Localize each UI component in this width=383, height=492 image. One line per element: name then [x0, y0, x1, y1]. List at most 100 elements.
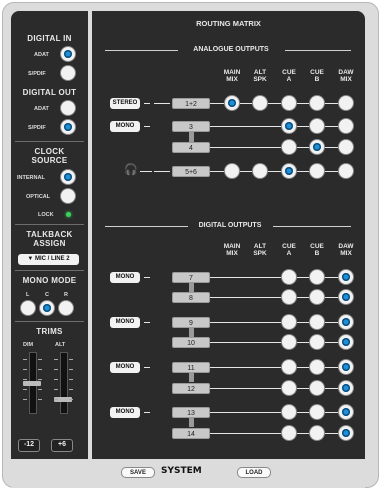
- dim-trim-fader-knob[interactable]: [23, 381, 41, 386]
- analogue-row-1-route-radio-2[interactable]: [282, 96, 296, 110]
- channel-link-bar: [189, 132, 194, 142]
- left-sidebar: DIGITAL IN ADAT S/PDIF DIGITAL OUT ADAT …: [11, 11, 88, 459]
- alt-trim-value-button[interactable]: +6: [51, 439, 73, 452]
- routing-matrix-panel: ROUTING MATRIX ANALOGUE OUTPUTS MAIN MIX A…: [92, 11, 365, 459]
- digital-in-adat-radio[interactable]: [61, 47, 75, 61]
- analogue-row-1-channel-button[interactable]: 1+2: [172, 98, 210, 109]
- column-header-cue-b: CUE B: [304, 243, 330, 257]
- digital-row-2-route-radio-4[interactable]: [339, 290, 353, 304]
- section-rule: [273, 226, 351, 228]
- analogue-row-3-route-radio-3[interactable]: [310, 140, 324, 154]
- digital-in-spdif-radio[interactable]: [61, 66, 75, 80]
- analogue-row-1-route-radio-1[interactable]: [253, 96, 267, 110]
- section-rule: [285, 50, 351, 52]
- clock-optical-radio[interactable]: [61, 189, 75, 203]
- column-header-line: ALT: [253, 243, 267, 250]
- dim-trim-value-button[interactable]: -12: [18, 439, 40, 452]
- analogue-row-2-route-radio-4[interactable]: [339, 119, 353, 133]
- column-header-line: MAIN: [223, 243, 241, 250]
- digital-row-4-route-radio-3[interactable]: [310, 335, 324, 349]
- channel-link-bar: [189, 373, 194, 382]
- analogue-row-2-mode-button[interactable]: MONO: [110, 121, 140, 132]
- analogue-row-2-route-radio-3[interactable]: [310, 119, 324, 133]
- analogue-row-4-channel-button[interactable]: 5+6: [172, 166, 210, 177]
- column-header-line: MAIN: [223, 69, 241, 76]
- digital-row-3-channel-button[interactable]: 9: [172, 317, 210, 328]
- digital-row-1-route-radio-2[interactable]: [282, 270, 296, 284]
- digital-row-1-route-radio-4[interactable]: [339, 270, 353, 284]
- analogue-row-3-route-radio-4[interactable]: [339, 140, 353, 154]
- digital-row-8-route-radio-4[interactable]: [339, 426, 353, 440]
- digital-row-7-channel-button[interactable]: 13: [172, 407, 210, 418]
- digital-row-8-route-radio-3[interactable]: [310, 426, 324, 440]
- digital-out-spdif-radio[interactable]: [61, 120, 75, 134]
- mono-mode-r-radio[interactable]: [59, 301, 73, 315]
- mono-mode-l-radio[interactable]: [21, 301, 35, 315]
- digital-row-5-route-radio-3[interactable]: [310, 360, 324, 374]
- digital-row-4-route-radio-2[interactable]: [282, 335, 296, 349]
- digital-row-6-channel-button[interactable]: 12: [172, 383, 210, 394]
- alt-trim-fader-track[interactable]: [60, 352, 68, 414]
- route-line: [210, 412, 346, 414]
- digital-row-4-channel-button[interactable]: 10: [172, 337, 210, 348]
- digital-row-6-route-radio-2[interactable]: [282, 381, 296, 395]
- clock-internal-radio[interactable]: [61, 170, 75, 184]
- analogue-row-1-mode-button[interactable]: STEREO: [110, 98, 140, 109]
- digital-row-1-mode-button[interactable]: MONO: [110, 272, 140, 283]
- digital-row-1-route-radio-3[interactable]: [310, 270, 324, 284]
- mono-mode-c-radio[interactable]: [40, 301, 54, 315]
- mono-mode-r-label: R: [64, 292, 68, 298]
- analogue-row-1-route-radio-0[interactable]: [225, 96, 239, 110]
- save-button[interactable]: SAVE: [121, 467, 155, 478]
- analogue-row-4-route-radio-1[interactable]: [253, 164, 267, 178]
- analogue-row-1-route-radio-3[interactable]: [310, 96, 324, 110]
- digital-row-4-route-radio-4[interactable]: [339, 335, 353, 349]
- column-header-line: B: [314, 250, 320, 257]
- analogue-row-1-route-radio-4[interactable]: [339, 96, 353, 110]
- digital-row-2-channel-button[interactable]: 8: [172, 292, 210, 303]
- digital-row-2-route-radio-3[interactable]: [310, 290, 324, 304]
- tick: [69, 399, 73, 400]
- digital-out-adat-radio[interactable]: [61, 101, 75, 115]
- tick: [23, 399, 27, 400]
- digital-row-1-channel-button[interactable]: 7: [172, 272, 210, 283]
- tick: [69, 389, 73, 390]
- digital-row-3-mode-button[interactable]: MONO: [110, 317, 140, 328]
- analogue-row-2-route-radio-2[interactable]: [282, 119, 296, 133]
- digital-row-8-route-radio-2[interactable]: [282, 426, 296, 440]
- route-line: [210, 388, 346, 390]
- column-header-main-mix: MAIN MIX: [219, 69, 245, 83]
- digital-row-6-route-radio-3[interactable]: [310, 381, 324, 395]
- digital-row-3-route-radio-2[interactable]: [282, 315, 296, 329]
- analogue-row-4-route-radio-3[interactable]: [310, 164, 324, 178]
- tick: [69, 379, 73, 380]
- analogue-row-4-route-radio-0[interactable]: [225, 164, 239, 178]
- clock-source-title-1: CLOCK: [34, 147, 65, 156]
- analogue-row-3-channel-button[interactable]: 4: [172, 142, 210, 153]
- tick: [23, 379, 27, 380]
- route-line: [144, 103, 150, 105]
- analogue-row-4-route-radio-2[interactable]: [282, 164, 296, 178]
- analogue-outputs-title: ANALOGUE OUTPUTS: [193, 46, 269, 53]
- analogue-row-2-channel-button[interactable]: 3: [172, 121, 210, 132]
- digital-row-3-route-radio-3[interactable]: [310, 315, 324, 329]
- digital-row-5-mode-button[interactable]: MONO: [110, 362, 140, 373]
- digital-row-5-route-radio-2[interactable]: [282, 360, 296, 374]
- analogue-row-4-route-radio-4[interactable]: [339, 164, 353, 178]
- load-button[interactable]: LOAD: [237, 467, 271, 478]
- digital-row-8-channel-button[interactable]: 14: [172, 428, 210, 439]
- digital-row-5-channel-button[interactable]: 11: [172, 362, 210, 373]
- digital-row-7-route-radio-4[interactable]: [339, 405, 353, 419]
- digital-row-7-route-radio-2[interactable]: [282, 405, 296, 419]
- analogue-row-3-route-radio-2[interactable]: [282, 140, 296, 154]
- digital-row-6-route-radio-4[interactable]: [339, 381, 353, 395]
- digital-row-5-route-radio-4[interactable]: [339, 360, 353, 374]
- tick: [54, 369, 58, 370]
- talkback-assign-dropdown[interactable]: ▼ MIC / LINE 2: [18, 254, 79, 265]
- digital-row-2-route-radio-2[interactable]: [282, 290, 296, 304]
- route-line: [210, 367, 346, 369]
- digital-row-7-route-radio-3[interactable]: [310, 405, 324, 419]
- digital-row-3-route-radio-4[interactable]: [339, 315, 353, 329]
- digital-out-adat-label: ADAT: [34, 106, 49, 112]
- digital-row-7-mode-button[interactable]: MONO: [110, 407, 140, 418]
